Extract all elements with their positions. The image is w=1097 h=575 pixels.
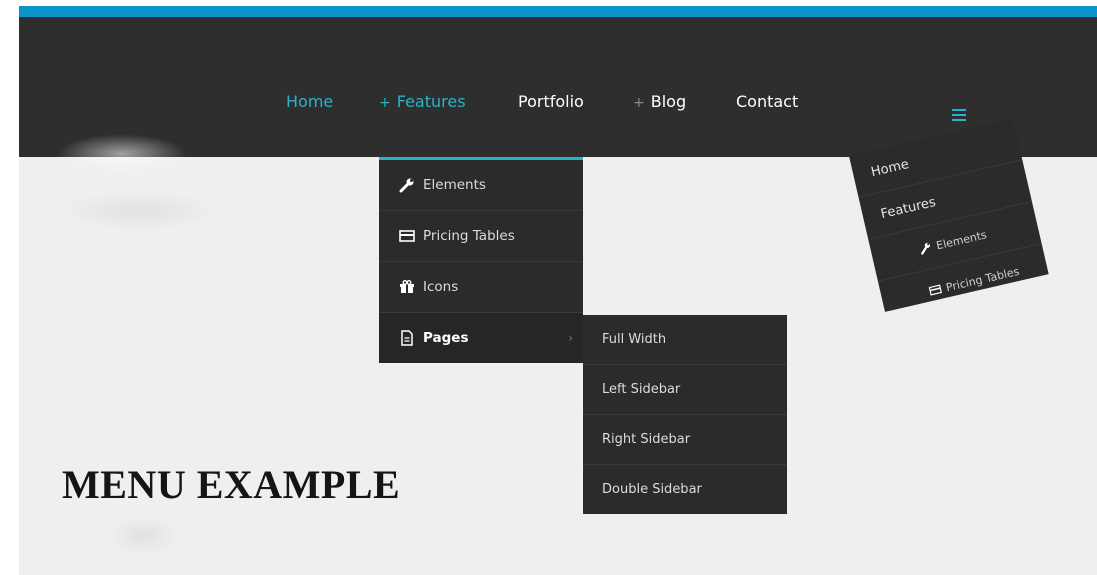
- nav-item-blog[interactable]: + Blog: [633, 92, 686, 111]
- dropdown-item-label: Elements: [423, 177, 486, 193]
- plus-icon: +: [633, 95, 645, 111]
- nav-item-label: Blog: [650, 92, 687, 111]
- light-glow: [57, 134, 187, 174]
- credit-card-icon: [399, 228, 415, 244]
- nav-item-label: Features: [396, 92, 466, 111]
- dropdown-item-elements[interactable]: Elements: [379, 160, 583, 211]
- credit-card-icon: [928, 283, 943, 297]
- gift-icon: [399, 279, 415, 295]
- submenu-item-right-sidebar[interactable]: Right Sidebar: [583, 415, 787, 465]
- background-smudge: [109, 516, 179, 556]
- document-icon: [399, 330, 415, 346]
- nav-item-contact[interactable]: Contact: [736, 92, 798, 111]
- submenu-item-left-sidebar[interactable]: Left Sidebar: [583, 365, 787, 415]
- mobile-menu-item-label: Pricing Tables: [944, 264, 1021, 294]
- top-accent-bar: [19, 6, 1097, 17]
- dropdown-item-label: Pages: [423, 330, 469, 346]
- nav-item-label: Home: [286, 92, 334, 111]
- dropdown-item-label: Pricing Tables: [423, 228, 515, 244]
- dropdown-item-pages[interactable]: Pages ›: [379, 313, 583, 363]
- nav-item-label: Contact: [736, 92, 799, 111]
- nav-item-features[interactable]: + Features: [379, 92, 466, 111]
- nav-item-portfolio[interactable]: Portfolio: [518, 92, 584, 111]
- wrench-icon: [918, 241, 932, 255]
- mobile-menu-item-label: Features: [879, 194, 938, 222]
- nav-item-home[interactable]: Home: [286, 92, 333, 111]
- submenu-item-double-sidebar[interactable]: Double Sidebar: [583, 465, 787, 514]
- features-dropdown: Elements Pricing Tables Icons Pages ›: [379, 157, 583, 363]
- dropdown-item-icons[interactable]: Icons: [379, 262, 583, 313]
- mobile-menu-item-label: Home: [869, 156, 911, 180]
- hamburger-menu-icon[interactable]: [952, 109, 966, 121]
- dropdown-item-label: Icons: [423, 279, 459, 295]
- plus-icon: +: [379, 95, 391, 111]
- submenu-item-full-width[interactable]: Full Width: [583, 315, 787, 365]
- page-title: MENU EXAMPLE: [62, 462, 401, 507]
- nav-item-label: Portfolio: [518, 92, 584, 111]
- chevron-right-icon: ›: [568, 331, 573, 345]
- mobile-menu-item-label: Elements: [934, 227, 988, 252]
- wrench-icon: [399, 177, 415, 193]
- page-frame: Home + Features Portfolio + Blog Contact E…: [19, 6, 1097, 575]
- dropdown-item-pricing-tables[interactable]: Pricing Tables: [379, 211, 583, 262]
- pages-submenu: Full Width Left Sidebar Right Sidebar Do…: [583, 315, 787, 514]
- background-smudge: [59, 191, 219, 231]
